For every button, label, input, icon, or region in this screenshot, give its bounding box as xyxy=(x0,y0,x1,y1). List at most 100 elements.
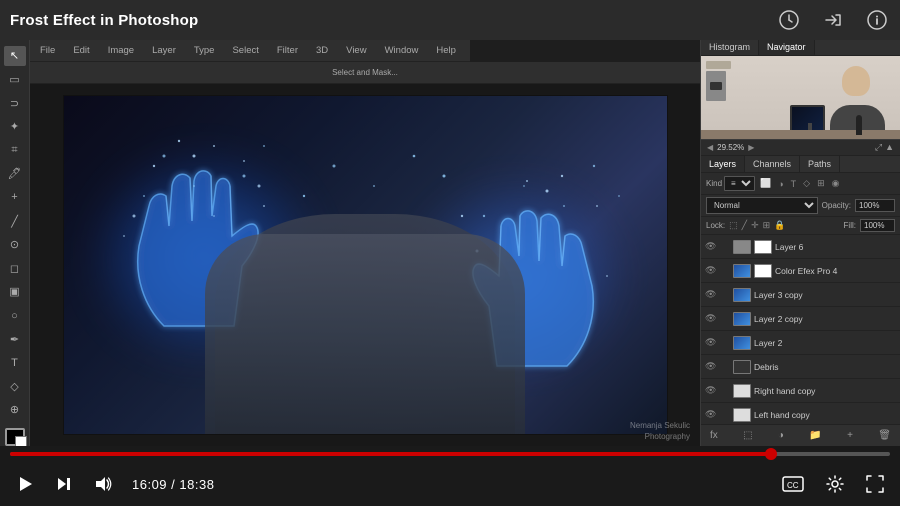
layer2copy-visibility[interactable]: 👁 xyxy=(705,313,717,324)
layer6-visibility[interactable]: 👁 xyxy=(705,241,717,252)
colorefex-mask xyxy=(754,264,772,278)
tool-clone[interactable]: ⊙ xyxy=(4,235,26,255)
play-button[interactable] xyxy=(12,471,38,497)
shelf-item xyxy=(706,61,731,69)
layer-layer3copy[interactable]: 👁 Layer 3 copy xyxy=(701,283,900,307)
time-current: 16:09 xyxy=(132,477,167,492)
menu-layer[interactable]: Layer xyxy=(148,43,180,58)
tool-text[interactable]: T xyxy=(4,353,26,373)
layer-righthandcopy[interactable]: 👁 Right hand copy xyxy=(701,379,900,403)
righthandcopy-visibility[interactable]: 👁 xyxy=(705,385,717,396)
menu-image[interactable]: Image xyxy=(104,43,138,58)
layer2-visibility[interactable]: 👁 xyxy=(705,337,717,348)
zoom-increase[interactable]: ▶ xyxy=(748,143,754,152)
tab-paths[interactable]: Paths xyxy=(800,156,840,172)
info-icon[interactable] xyxy=(864,7,890,33)
filter-type[interactable]: T xyxy=(789,179,799,189)
tool-gradient[interactable]: ▣ xyxy=(4,282,26,302)
tool-brush[interactable]: ╱ xyxy=(4,211,26,231)
add-adjustment-icon[interactable]: ◑ xyxy=(775,428,787,443)
menu-help[interactable]: Help xyxy=(432,43,460,58)
layers-lock-row: Lock: ⬚ ╱ ✛ ⊞ 🔒 Fill: xyxy=(701,217,900,235)
lock-transparency-icon[interactable]: ⬚ xyxy=(729,220,738,231)
filter-pixel[interactable]: ⬜ xyxy=(758,178,773,189)
foreground-color[interactable] xyxy=(5,428,25,446)
tab-navigator[interactable]: Navigator xyxy=(759,40,815,55)
kind-select[interactable]: ≡ xyxy=(724,176,755,191)
tool-move[interactable]: ↖ xyxy=(4,46,26,66)
captions-button[interactable]: CC xyxy=(778,472,808,496)
menu-filter[interactable]: Filter xyxy=(273,43,302,58)
tool-shape[interactable]: ◇ xyxy=(4,377,26,397)
layer-debris[interactable]: 👁 Debris xyxy=(701,355,900,379)
lock-pixels-icon[interactable]: ╱ xyxy=(742,220,747,231)
tool-zoom[interactable]: ⊕ xyxy=(4,400,26,420)
next-button[interactable] xyxy=(52,472,76,496)
delete-layer-icon[interactable]: 🗑 xyxy=(875,428,894,443)
menu-select[interactable]: Select xyxy=(228,43,262,58)
layer-colorefex[interactable]: 👁 Color Efex Pro 4 xyxy=(701,259,900,283)
tool-pen[interactable]: ✒ xyxy=(4,329,26,349)
progress-track[interactable] xyxy=(10,452,890,456)
lock-position-icon[interactable]: ✛ xyxy=(751,220,759,231)
opacity-input[interactable]: 100% xyxy=(855,199,895,212)
zoom-decrease[interactable]: ◀ xyxy=(707,143,713,152)
main-content: ↖ ▭ ⊃ ✦ ⌗ 🖊 + ╱ ⊙ ◻ ▣ ○ ✒ T ◇ ⊕ File Edi… xyxy=(0,40,900,446)
webcam-desk xyxy=(701,130,900,140)
tab-channels[interactable]: Channels xyxy=(745,156,800,172)
layer-layer6[interactable]: 👁 Layer 6 xyxy=(701,235,900,259)
tab-layers[interactable]: Layers xyxy=(701,156,745,172)
add-mask-icon[interactable]: ⬚ xyxy=(740,428,755,443)
layers-mode-row: Normal Opacity: 100% xyxy=(701,195,900,217)
layer-lefthandcopy[interactable]: 👁 Left hand copy xyxy=(701,403,900,424)
layer3copy-visibility[interactable]: 👁 xyxy=(705,289,717,300)
menu-edit[interactable]: Edit xyxy=(69,43,93,58)
layer2copy-thumb xyxy=(733,312,751,326)
share-icon[interactable] xyxy=(820,7,846,33)
add-style-icon[interactable]: fx xyxy=(707,428,721,443)
video-canvas[interactable] xyxy=(30,84,700,446)
options-bar-content: Select and Mask... xyxy=(38,68,692,77)
tool-dodge[interactable]: ○ xyxy=(4,306,26,326)
volume-button[interactable] xyxy=(90,471,116,497)
fullscreen-button[interactable] xyxy=(862,471,888,497)
filter-adjustment[interactable]: ◑ xyxy=(776,179,785,189)
menu-window[interactable]: Window xyxy=(381,43,423,58)
new-layer-icon[interactable]: + xyxy=(844,428,856,443)
tab-histogram[interactable]: Histogram xyxy=(701,40,759,55)
layers-list[interactable]: 👁 Layer 6 👁 Color Efex Pro 4 👁 xyxy=(701,235,900,424)
zoom-fit[interactable]: ⤢ xyxy=(875,142,882,153)
tool-crop[interactable]: ⌗ xyxy=(4,140,26,160)
add-group-icon[interactable]: 📁 xyxy=(806,428,824,443)
tool-eraser[interactable]: ◻ xyxy=(4,258,26,278)
clock-icon[interactable] xyxy=(776,7,802,33)
tool-eyedropper[interactable]: 🖊 xyxy=(4,164,26,184)
lock-artboard-icon[interactable]: ⊞ xyxy=(763,220,771,231)
menu-view[interactable]: View xyxy=(342,43,370,58)
filter-smart[interactable]: ⊞ xyxy=(815,178,827,189)
layer2copy-name: Layer 2 copy xyxy=(754,314,896,324)
settings-button[interactable] xyxy=(822,471,848,497)
lock-all-icon[interactable]: 🔒 xyxy=(774,220,785,231)
lefthandcopy-thumb xyxy=(733,408,751,422)
menu-file[interactable]: File xyxy=(36,43,59,58)
progress-area[interactable] xyxy=(0,446,900,462)
menu-type[interactable]: Type xyxy=(190,43,219,58)
tool-lasso[interactable]: ⊃ xyxy=(4,93,26,113)
layer2-thumb xyxy=(733,336,751,350)
panel-collapse[interactable]: ▲ xyxy=(885,142,894,153)
tool-marquee[interactable]: ▭ xyxy=(4,70,26,90)
debris-visibility[interactable]: 👁 xyxy=(705,361,717,372)
tool-healing[interactable]: + xyxy=(4,188,26,208)
tool-magic-wand[interactable]: ✦ xyxy=(4,117,26,137)
filter-shape[interactable]: ◇ xyxy=(801,178,812,189)
fill-input[interactable] xyxy=(860,219,895,232)
layer-layer2[interactable]: 👁 Layer 2 xyxy=(701,331,900,355)
zoom-bar: ◀ 29.52% ▶ ⤢ ▲ xyxy=(701,140,900,156)
blend-mode-select[interactable]: Normal xyxy=(706,197,818,214)
layer-layer2copy[interactable]: 👁 Layer 2 copy xyxy=(701,307,900,331)
filter-toggle[interactable]: ◉ xyxy=(832,178,840,189)
lefthandcopy-visibility[interactable]: 👁 xyxy=(705,409,717,420)
colorefex-visibility[interactable]: 👁 xyxy=(705,265,717,276)
menu-3d[interactable]: 3D xyxy=(312,43,332,58)
